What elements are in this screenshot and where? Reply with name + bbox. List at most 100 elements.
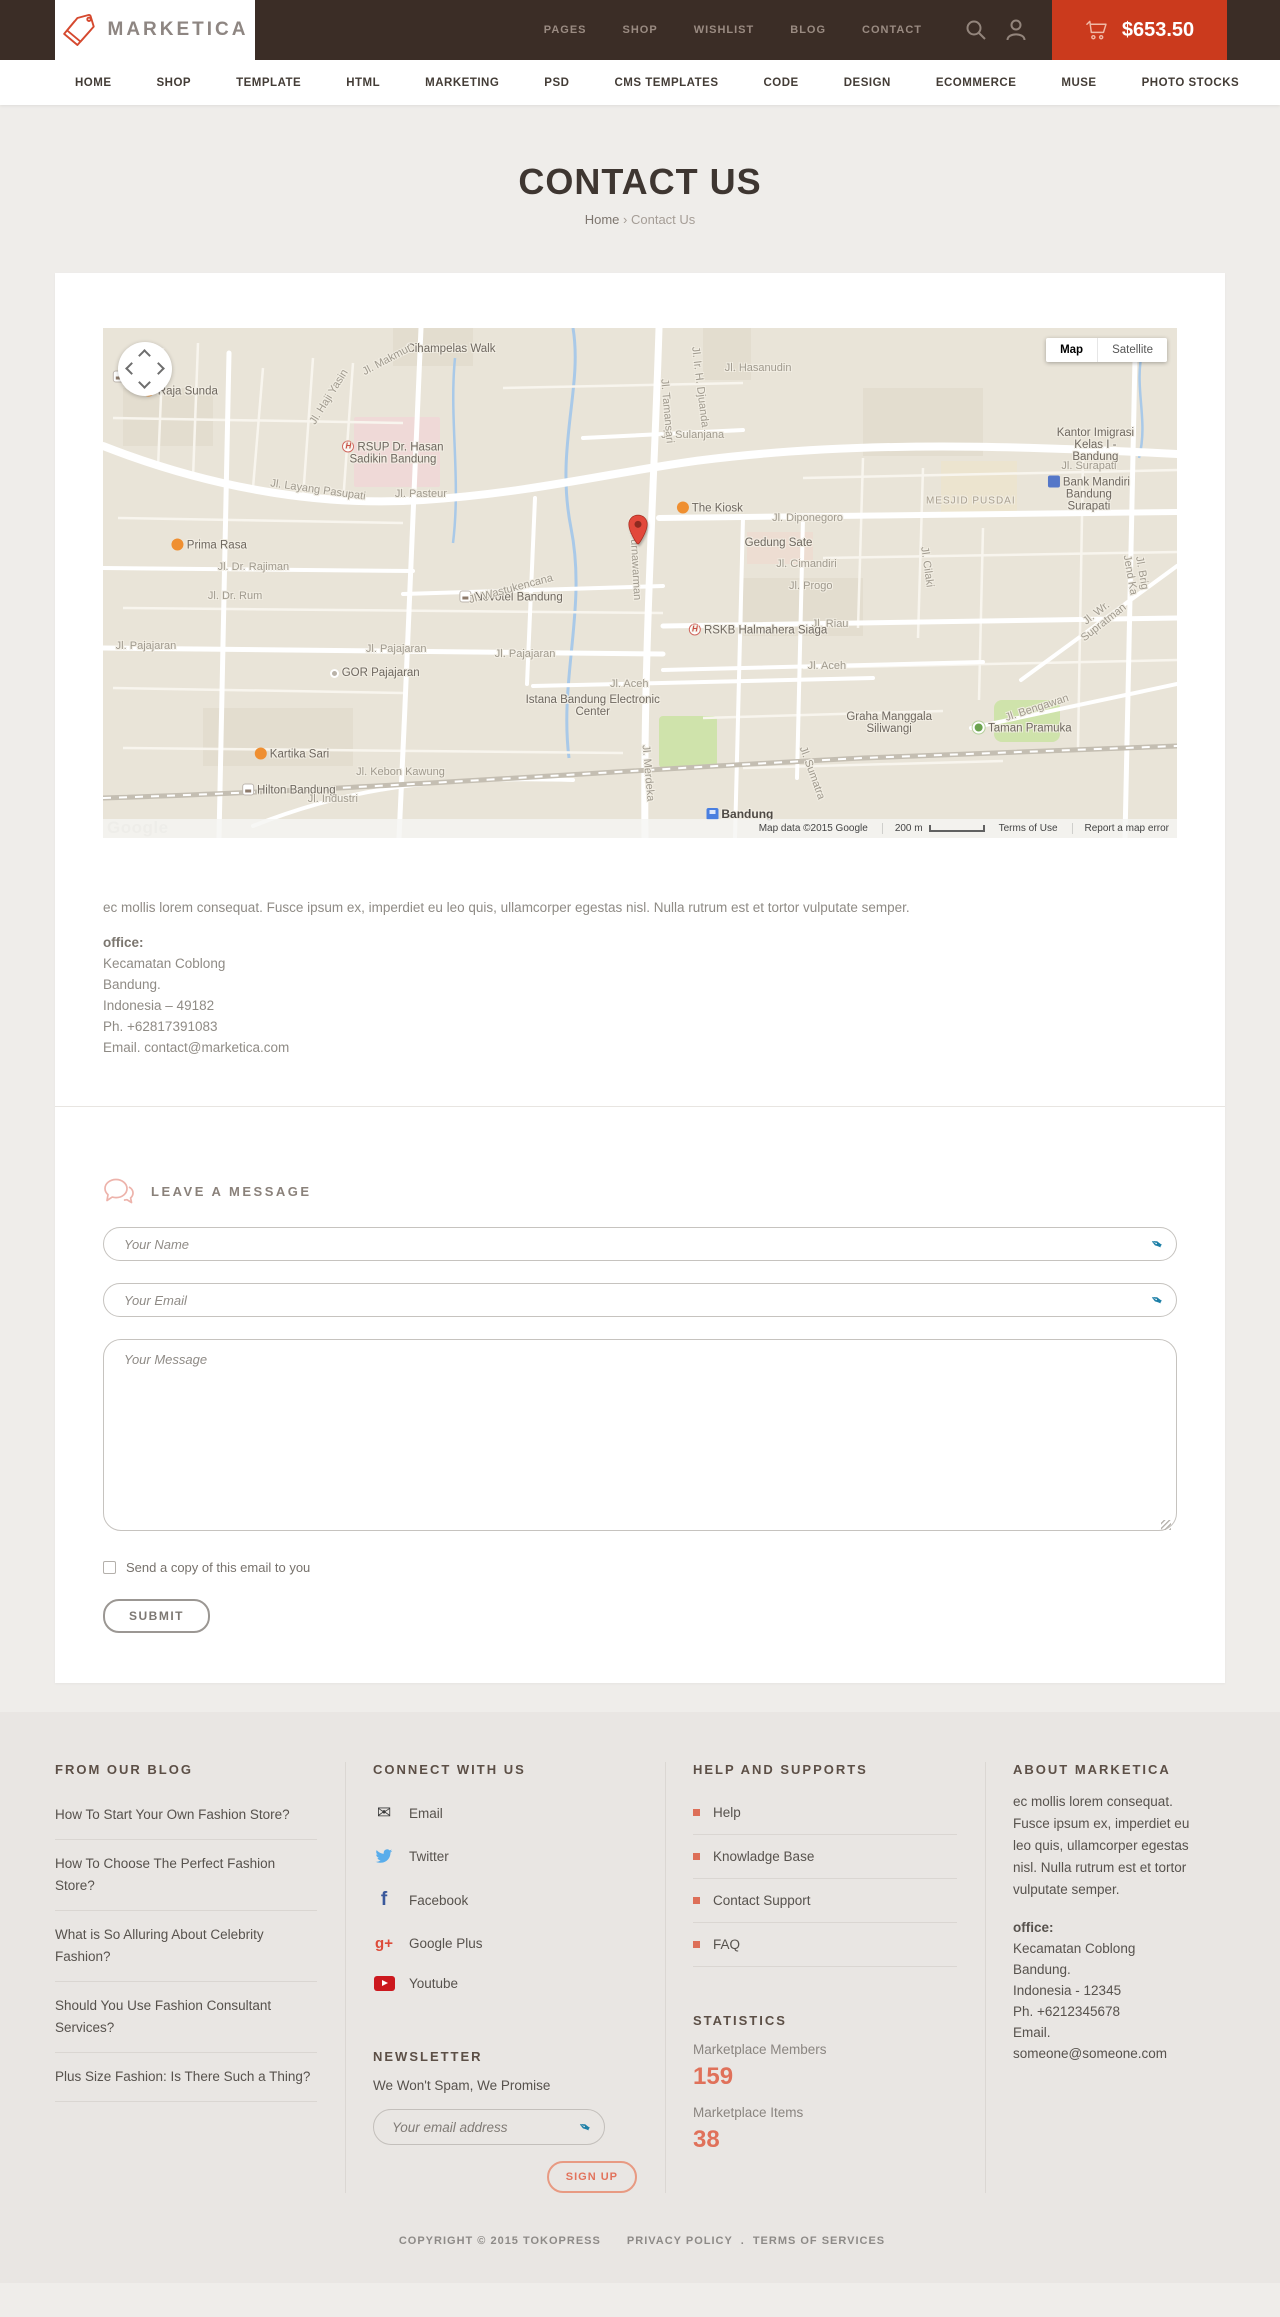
address-line: Indonesia – 49182: [103, 998, 215, 1013]
send-copy-checkbox[interactable]: [103, 1561, 116, 1574]
help-link[interactable]: Contact Support: [693, 1879, 957, 1923]
cart-icon: [1086, 20, 1107, 40]
main-nav-item[interactable]: SHOP: [157, 77, 192, 89]
stat-value: 38: [693, 2126, 720, 2153]
pan-right-icon[interactable]: [152, 362, 165, 375]
top-header: MARKETICA PAGES SHOP WISHLIST BLOG CONTA…: [0, 0, 1280, 60]
google-map[interactable]: Cihampelas Walk Jl. Hasanudin Jl. Ir. H.…: [103, 328, 1177, 838]
main-nav-item[interactable]: HTML: [346, 77, 380, 89]
top-nav-link[interactable]: BLOG: [790, 24, 826, 36]
signup-button[interactable]: SIGN UP: [546, 2161, 637, 2193]
top-nav-link[interactable]: CONTACT: [862, 24, 922, 36]
search-icon[interactable]: [956, 19, 996, 41]
top-nav-link[interactable]: PAGES: [544, 24, 587, 36]
map-roads: [103, 328, 1177, 838]
pan-down-icon[interactable]: [138, 376, 151, 389]
breadcrumb-separator: ›: [623, 212, 628, 227]
stat-label: Marketplace Members: [693, 2042, 827, 2057]
stat-entry: Marketplace Items 38: [693, 2105, 957, 2154]
main-nav-item[interactable]: HOME: [75, 77, 112, 89]
top-nav-link[interactable]: SHOP: [623, 24, 658, 36]
social-link-google-plus[interactable]: g+ Google Plus: [373, 1923, 637, 1964]
bullet-icon: [693, 1941, 700, 1948]
blog-post-link[interactable]: What is So Alluring About Celebrity Fash…: [55, 1911, 317, 1982]
pan-up-icon[interactable]: [138, 349, 151, 362]
help-link[interactable]: FAQ: [693, 1923, 957, 1967]
twitter-icon: [373, 1847, 395, 1865]
top-nav: PAGES SHOP WISHLIST BLOG CONTACT: [544, 24, 922, 36]
address-line: Email. someone@someone.com: [1013, 2025, 1168, 2061]
address-line: Email. contact@marketica.com: [103, 1040, 290, 1055]
main-nav-item[interactable]: PHOTO STOCKS: [1142, 77, 1240, 89]
about-heading: ABOUT MARKETICA: [1013, 1762, 1171, 1777]
office-label: office:: [1013, 1920, 1054, 1935]
address-line: Bandung.: [1013, 1962, 1071, 1977]
resize-grip-icon[interactable]: [1161, 1520, 1171, 1530]
terms-of-use-link[interactable]: Terms of Use: [999, 823, 1058, 834]
main-nav-item[interactable]: ECOMMERCE: [936, 77, 1017, 89]
office-address: Kecamatan Coblong Bandung. Indonesia – 4…: [103, 953, 1177, 1058]
copyright-text: COPYRIGHT © 2015 TOKOPRESS: [398, 2235, 601, 2247]
main-nav-item[interactable]: CMS TEMPLATES: [614, 77, 718, 89]
main-nav-bar: HOME SHOP TEMPLATE HTML MARKETING PSD CM…: [0, 60, 1280, 105]
main-nav-item[interactable]: TEMPLATE: [236, 77, 301, 89]
statistics-heading: STATISTICS: [693, 2013, 787, 2028]
blog-post-link[interactable]: How To Start Your Own Fashion Store?: [55, 1791, 317, 1840]
help-link[interactable]: Help: [693, 1791, 957, 1835]
main-nav-item[interactable]: MARKETING: [425, 77, 499, 89]
map-data-text: Map data ©2015 Google: [758, 823, 868, 834]
footer-blog-column: FROM OUR BLOG How To Start Your Own Fash…: [55, 1762, 345, 2193]
page-title: CONTACT US: [518, 161, 762, 202]
main-nav: HOME SHOP TEMPLATE HTML MARKETING PSD CM…: [75, 77, 1239, 89]
breadcrumb-home-link[interactable]: Home: [585, 212, 620, 227]
main-nav-item[interactable]: DESIGN: [844, 77, 891, 89]
map-type-satellite-button[interactable]: Satellite: [1097, 338, 1167, 362]
breadcrumb: Home › Contact Us: [0, 212, 1280, 227]
blog-post-link[interactable]: How To Choose The Perfect Fashion Store?: [55, 1840, 317, 1911]
map-pan-control[interactable]: [118, 342, 172, 396]
social-link-facebook[interactable]: f Facebook: [373, 1877, 637, 1923]
blog-post-link[interactable]: Should You Use Fashion Consultant Servic…: [55, 1982, 317, 2053]
main-nav-item[interactable]: MUSE: [1061, 77, 1096, 89]
terms-of-services-link[interactable]: TERMS OF SERVICES: [753, 2235, 885, 2247]
main-nav-item[interactable]: CODE: [764, 77, 799, 89]
main-nav-item[interactable]: PSD: [544, 77, 569, 89]
leave-message-section: LEAVE A MESSAGE ✒ ✒ Send a copy of this …: [103, 1107, 1177, 1633]
pan-left-icon[interactable]: [125, 362, 138, 375]
stat-entry: Marketplace Members 159: [693, 2042, 957, 2091]
social-link-email[interactable]: ✉ Email: [373, 1791, 637, 1835]
send-copy-label: Send a copy of this email to you: [126, 1560, 311, 1575]
report-map-error-link[interactable]: Report a map error: [1071, 823, 1169, 834]
contact-intro: ec mollis lorem consequat. Fusce ipsum e…: [103, 900, 910, 915]
footer: FROM OUR BLOG How To Start Your Own Fash…: [0, 1712, 1280, 2283]
name-input[interactable]: [103, 1227, 1177, 1261]
map-marker-icon[interactable]: [627, 514, 648, 551]
address-line: Ph. +62817391083: [103, 1019, 218, 1034]
blog-heading: FROM OUR BLOG: [55, 1762, 193, 1777]
address-line: Ph. +6212345678: [1013, 2004, 1120, 2019]
submit-button[interactable]: SUBMIT: [103, 1599, 210, 1633]
address-line: Kecamatan Coblong: [1013, 1941, 1136, 1956]
social-link-youtube[interactable]: Youtube: [373, 1964, 637, 2003]
social-link-twitter[interactable]: Twitter: [373, 1835, 637, 1877]
address-line: Indonesia - 12345: [1013, 1983, 1122, 1998]
user-icon[interactable]: [996, 18, 1036, 42]
newsletter-tagline: We Won't Spam, We Promise: [373, 2078, 551, 2093]
cart-button[interactable]: $653.50: [1052, 0, 1227, 60]
top-nav-link[interactable]: WISHLIST: [694, 24, 755, 36]
google-plus-icon: g+: [375, 1935, 393, 1952]
newsletter-email-input[interactable]: [373, 2109, 605, 2145]
footer-about-column: ABOUT MARKETICA ec mollis lorem consequa…: [985, 1762, 1225, 2193]
help-link[interactable]: Knowladge Base: [693, 1835, 957, 1879]
chat-bubbles-icon: [104, 1178, 134, 1204]
email-input[interactable]: [103, 1283, 1177, 1317]
blog-post-link[interactable]: Plus Size Fashion: Is There Such a Thing…: [55, 2053, 317, 2102]
privacy-policy-link[interactable]: PRIVACY POLICY: [627, 2235, 733, 2247]
message-textarea[interactable]: [103, 1339, 1177, 1531]
contact-card: Cihampelas Walk Jl. Hasanudin Jl. Ir. H.…: [55, 273, 1225, 1683]
breadcrumb-current: Contact Us: [630, 212, 696, 227]
map-type-map-button[interactable]: Map: [1046, 338, 1098, 362]
logo[interactable]: MARKETICA: [55, 0, 255, 60]
office-label: office:: [103, 935, 144, 950]
help-heading: HELP AND SUPPORTS: [693, 1762, 868, 1777]
